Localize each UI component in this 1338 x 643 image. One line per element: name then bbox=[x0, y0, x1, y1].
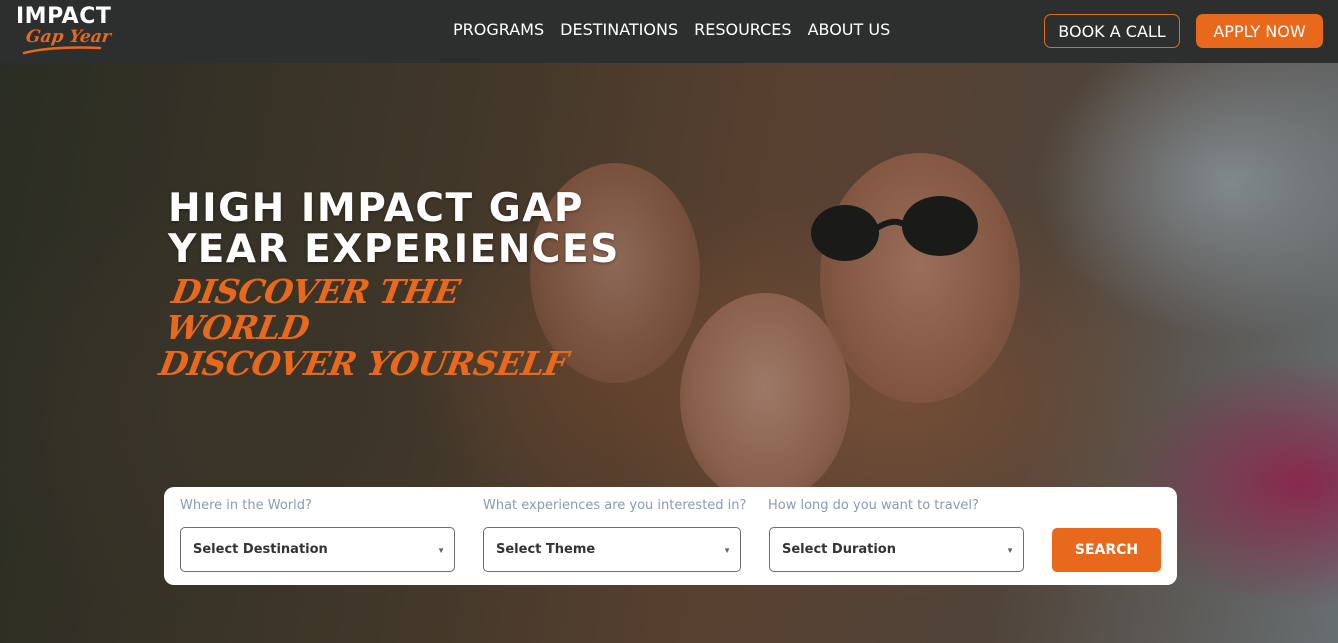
theme-label: What experiences are you interested in? bbox=[483, 498, 747, 513]
logo-swoosh-icon bbox=[22, 46, 102, 55]
headline-line-1: HIGH IMPACT GAP bbox=[168, 186, 584, 231]
apply-now-button[interactable]: APPLY NOW bbox=[1196, 14, 1323, 48]
duration-select[interactable]: Select Duration ▼ bbox=[769, 527, 1024, 572]
duration-label: How long do you want to travel? bbox=[768, 498, 979, 513]
destination-label: Where in the World? bbox=[180, 498, 312, 513]
impact-gap-year-logo[interactable]: IMPACT Gap Year bbox=[16, 6, 126, 56]
duration-select-value: Select Duration bbox=[782, 542, 896, 557]
program-search-form: Where in the World? Select Destination ▼… bbox=[164, 487, 1177, 585]
destination-select-value: Select Destination bbox=[193, 542, 328, 557]
chevron-down-icon: ▼ bbox=[723, 546, 731, 555]
search-button[interactable]: SEARCH bbox=[1052, 528, 1161, 572]
nav-resources[interactable]: RESOURCES bbox=[694, 19, 791, 41]
theme-select[interactable]: Select Theme ▼ bbox=[483, 527, 741, 572]
nav-programs[interactable]: PROGRAMS bbox=[453, 19, 544, 41]
hero-tagline: DISCOVER THE WORLD DISCOVER YOURSELF bbox=[156, 272, 595, 383]
chevron-down-icon: ▼ bbox=[437, 546, 445, 555]
theme-select-value: Select Theme bbox=[496, 542, 596, 557]
book-a-call-button[interactable]: BOOK A CALL bbox=[1044, 14, 1180, 48]
logo-text-main: IMPACT bbox=[16, 4, 112, 29]
hero-headline: HIGH IMPACT GAP YEAR EXPERIENCES bbox=[168, 188, 688, 270]
top-navigation: IMPACT Gap Year PROGRAMS DESTINATIONS RE… bbox=[0, 0, 1338, 63]
tagline-line-2: DISCOVER YOURSELF bbox=[156, 344, 571, 383]
tagline-line-1: DISCOVER THE WORLD bbox=[162, 272, 463, 347]
chevron-down-icon: ▼ bbox=[1006, 546, 1014, 555]
nav-about-us[interactable]: ABOUT US bbox=[808, 19, 891, 41]
destination-select[interactable]: Select Destination ▼ bbox=[180, 527, 455, 572]
nav-destinations[interactable]: DESTINATIONS bbox=[560, 19, 678, 41]
headline-line-2: YEAR EXPERIENCES bbox=[168, 227, 620, 272]
main-menu: PROGRAMS DESTINATIONS RESOURCES ABOUT US bbox=[453, 19, 890, 41]
